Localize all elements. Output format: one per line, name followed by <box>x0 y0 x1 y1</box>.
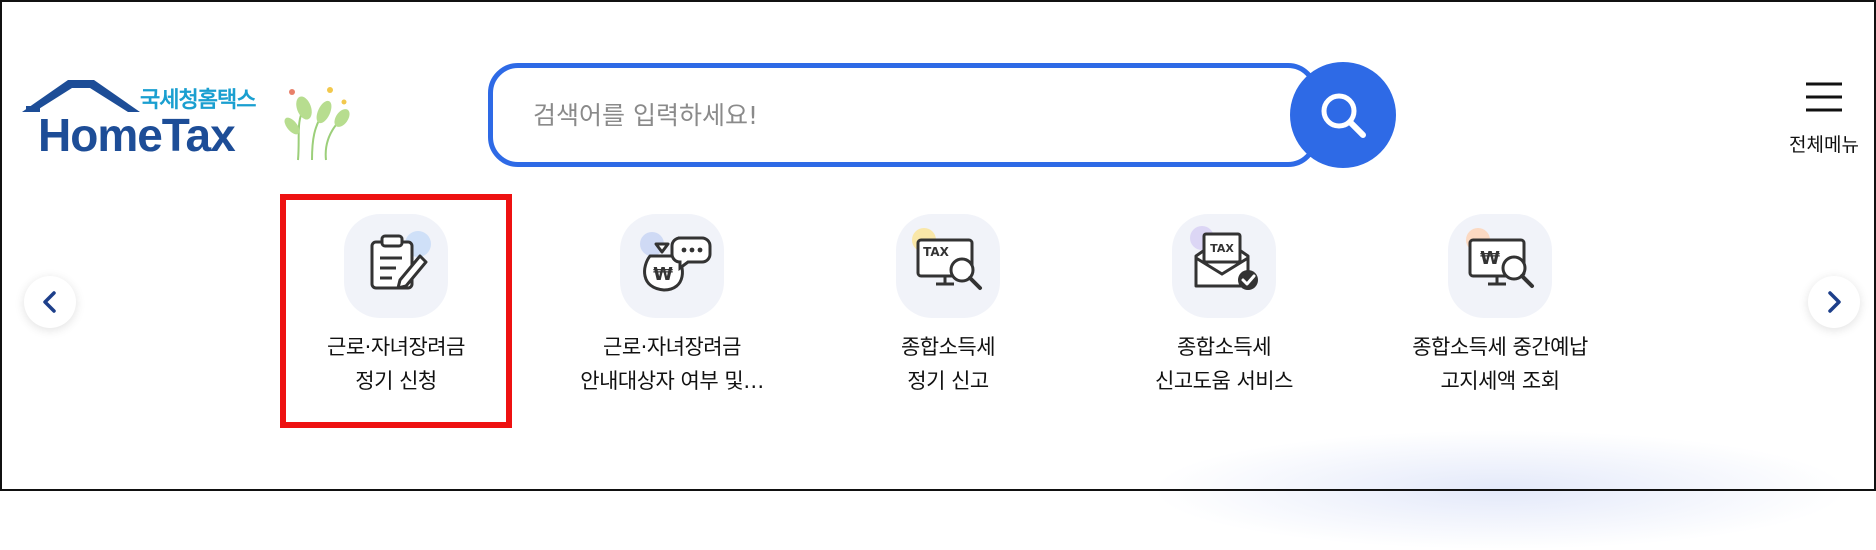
service-icon-tile: ₩ <box>620 214 724 318</box>
svg-text:₩: ₩ <box>1480 248 1500 269</box>
svg-text:TAX: TAX <box>1210 242 1234 255</box>
search-button[interactable] <box>1290 62 1396 168</box>
money-bag-chat-icon: ₩ <box>640 232 712 292</box>
all-menu-button[interactable]: 전체메뉴 <box>1786 80 1862 156</box>
service-item-incentive-application[interactable]: 근로·자녀장려금 정기 신청 <box>281 212 511 402</box>
chevron-right-icon <box>1828 291 1841 313</box>
won-monitor-search-icon: ₩ <box>1466 228 1534 288</box>
svg-text:TAX: TAX <box>923 245 950 259</box>
service-label: 종합소득세 정기 신고 <box>833 330 1063 398</box>
service-icon-tile: TAX <box>1172 214 1276 318</box>
hamburger-icon <box>1806 82 1842 112</box>
service-label: 근로·자녀장려금 안내대상자 여부 및… <box>557 330 787 398</box>
service-label-line1: 종합소득세 중간예납 <box>1412 335 1588 359</box>
search-icon <box>1321 93 1366 138</box>
service-icon-tile: ₩ <box>1448 214 1552 318</box>
carousel-prev-button[interactable] <box>24 276 76 328</box>
plant-icon <box>284 87 350 161</box>
service-item-incentive-eligibility[interactable]: ₩ 근로·자녀장려금 안내대상자 여부 및… <box>557 212 787 402</box>
search-box <box>488 63 1318 167</box>
all-menu-label: 전체메뉴 <box>1789 134 1859 156</box>
service-icon-tile: TAX <box>896 214 1000 318</box>
service-label-line2: 신고도움 서비스 <box>1155 369 1293 393</box>
tax-monitor-search-icon: TAX <box>912 228 982 290</box>
service-label: 종합소득세 중간예납 고지세액 조회 <box>1385 330 1615 398</box>
service-label-line1: 종합소득세 <box>900 335 996 359</box>
svg-text:₩: ₩ <box>653 264 673 285</box>
service-icon-tile <box>344 214 448 318</box>
clipboard-edit-icon <box>370 231 431 290</box>
service-label-line2: 고지세액 조회 <box>1440 369 1560 393</box>
service-label: 근로·자녀장려금 정기 신청 <box>281 330 511 398</box>
service-label: 종합소득세 신고도움 서비스 <box>1109 330 1339 398</box>
search-input[interactable] <box>533 68 1233 162</box>
service-label-line2: 정기 신고 <box>907 369 989 393</box>
chevron-left-icon <box>43 291 56 313</box>
service-label-line1: 근로·자녀장려금 <box>327 335 465 359</box>
service-label-line2: 정기 신청 <box>355 369 437 393</box>
carousel-next-button[interactable] <box>1808 276 1860 328</box>
service-item-interim-prepayment[interactable]: ₩ 종합소득세 중간예납 고지세액 조회 <box>1385 212 1615 402</box>
hometax-logo[interactable]: 국세청홈택스 HomeTax <box>20 76 365 162</box>
logo-title: HomeTax <box>38 109 236 161</box>
service-item-income-tax-return[interactable]: TAX 종합소득세 정기 신고 <box>833 212 1063 402</box>
service-label-line2: 안내대상자 여부 및… <box>580 369 764 393</box>
background-glow <box>1150 430 1850 550</box>
service-item-filing-assistance[interactable]: TAX 종합소득세 신고도움 서비스 <box>1109 212 1339 402</box>
service-label-line1: 종합소득세 <box>1176 335 1272 359</box>
tax-envelope-check-icon: TAX <box>1190 226 1258 290</box>
service-label-line1: 근로·자녀장려금 <box>603 335 741 359</box>
